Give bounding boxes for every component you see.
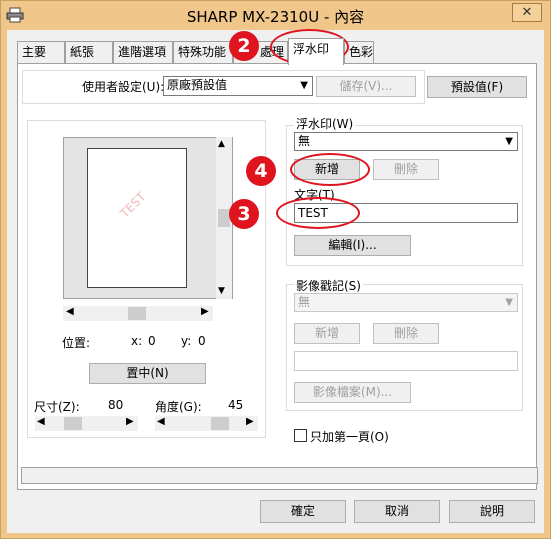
angle-label: 角度(G): [155, 400, 202, 414]
y-label: y: [181, 334, 192, 348]
first-page-only-label: 只加第一頁(O) [310, 430, 389, 444]
user-settings-value: 原廠預設值 [167, 78, 228, 92]
y-value: 0 [198, 334, 206, 348]
center-button[interactable]: 置中(N) [89, 363, 206, 384]
tab-main[interactable]: 主要 [17, 41, 65, 63]
cancel-button[interactable]: 取消 [354, 500, 440, 523]
page-preview [87, 148, 187, 288]
angle-slider[interactable] [155, 416, 258, 431]
image-stamp-dropdown[interactable]: 無 ▼ [294, 293, 518, 312]
size-right-icon[interactable]: ▶ [126, 416, 134, 427]
annotation-number-4: 4 [246, 156, 276, 186]
chevron-down-icon: ▼ [300, 80, 308, 91]
chevron-down-icon: ▼ [505, 136, 513, 147]
annotation-number-2: 2 [229, 31, 259, 61]
x-label: x: [131, 334, 143, 348]
angle-slider-thumb[interactable] [211, 417, 229, 430]
size-left-icon[interactable]: ◀ [37, 416, 45, 427]
edit-watermark-button[interactable]: 編輯(I)... [294, 235, 411, 256]
tab-watermark[interactable]: 浮水印 [288, 38, 344, 65]
delete-stamp-button[interactable]: 刪除 [373, 323, 439, 344]
user-settings-label: 使用者設定(U): [82, 80, 165, 94]
hscroll-thumb[interactable] [128, 307, 146, 320]
tab-advanced[interactable]: 進階選項 [113, 41, 173, 63]
size-label: 尺寸(Z): [34, 400, 80, 414]
watermark-label: 浮水印(W) [294, 115, 356, 132]
first-page-only-checkbox[interactable] [294, 429, 307, 442]
ok-button[interactable]: 確定 [260, 500, 346, 523]
window-title: SHARP MX-2310U - 內容 [186, 8, 365, 26]
angle-left-icon[interactable]: ◀ [157, 416, 165, 427]
watermark-dropdown[interactable]: 無 ▼ [294, 132, 518, 151]
angle-right-icon[interactable]: ▶ [246, 416, 254, 427]
annotation-circle-text-field [276, 197, 360, 229]
tab-paper[interactable]: 紙張 [65, 41, 113, 63]
defaults-button[interactable]: 預設值(F) [427, 76, 527, 98]
scroll-down-icon[interactable]: ▼ [218, 286, 225, 296]
size-slider[interactable] [35, 416, 138, 431]
image-file-button[interactable]: 影像檔案(M)... [294, 382, 411, 403]
watermark-value: 無 [298, 134, 311, 148]
save-settings-button[interactable]: 儲存(V)... [316, 76, 416, 97]
angle-value: 45 [228, 398, 244, 412]
annotation-circle-add-button [290, 153, 370, 186]
size-value: 80 [108, 398, 124, 412]
image-stamp-label: 影像戳記(S) [294, 277, 363, 294]
scroll-left-icon[interactable]: ◀ [66, 306, 74, 317]
help-button[interactable]: 說明 [449, 500, 535, 523]
image-stamp-value: 無 [298, 295, 311, 309]
delete-watermark-button[interactable]: 刪除 [373, 159, 439, 180]
close-icon[interactable]: ✕ [512, 3, 542, 22]
position-label: 位置: [62, 336, 91, 350]
image-file-path-field[interactable] [294, 351, 518, 371]
size-slider-thumb[interactable] [64, 417, 82, 430]
user-settings-dropdown[interactable]: 原廠預設值 ▼ [163, 76, 313, 96]
tab-special[interactable]: 特殊功能 [173, 41, 233, 63]
add-stamp-button[interactable]: 新增 [294, 323, 360, 344]
status-bar [21, 467, 538, 484]
x-value: 0 [148, 334, 156, 348]
scroll-right-icon[interactable]: ▶ [201, 306, 209, 317]
chevron-down-icon: ▼ [505, 297, 513, 308]
annotation-number-3: 3 [229, 199, 259, 229]
scroll-up-icon[interactable]: ▲ [218, 139, 225, 149]
